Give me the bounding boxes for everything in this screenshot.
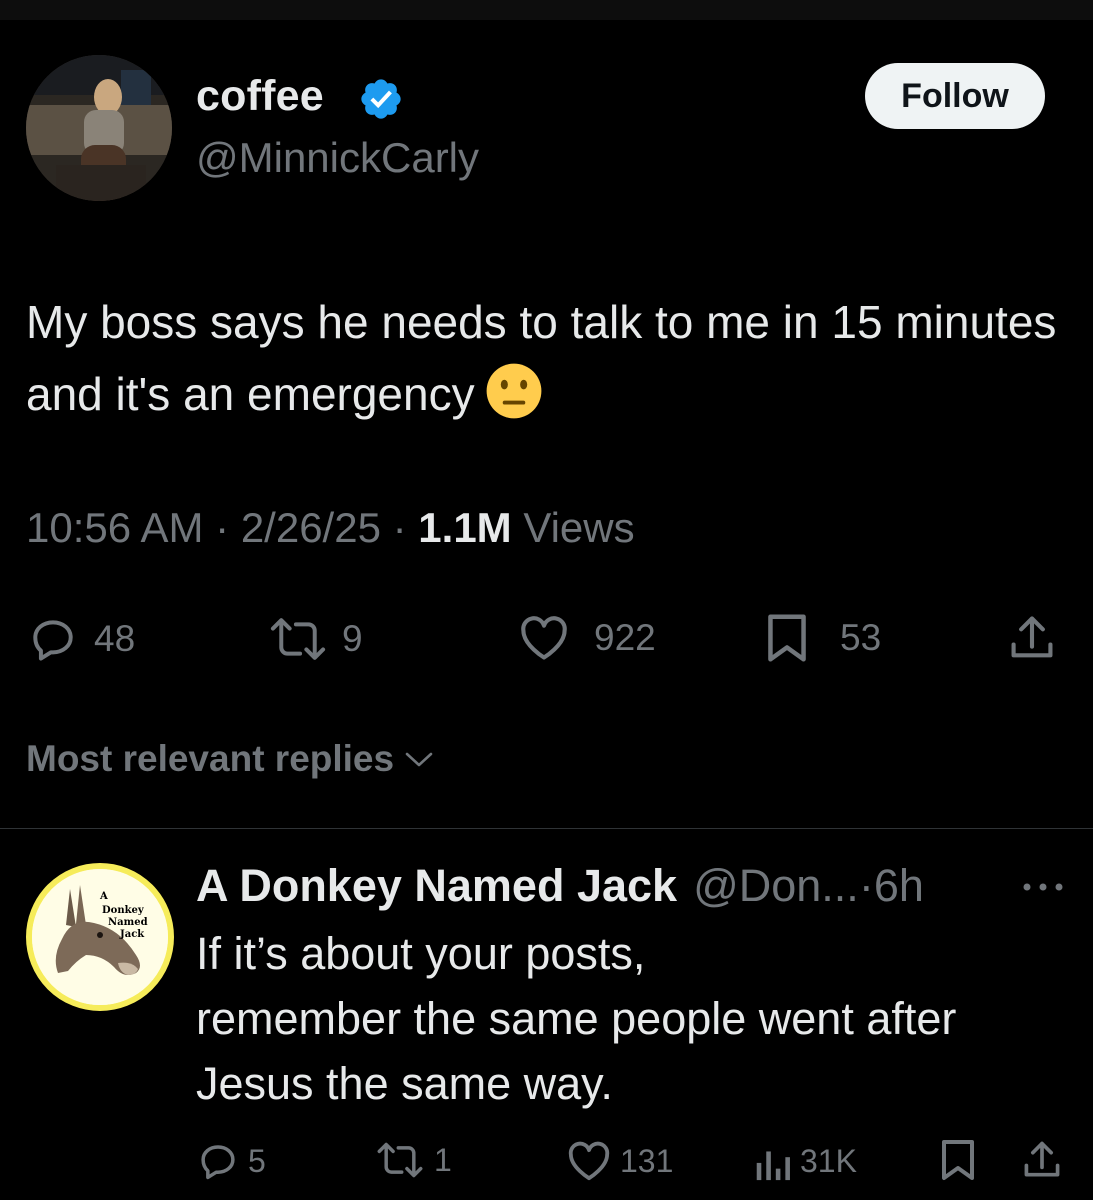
svg-text:A: A xyxy=(99,891,108,902)
reply-time[interactable]: 6h xyxy=(874,860,924,912)
chevron-down-icon xyxy=(405,752,433,767)
more-options-icon[interactable] xyxy=(1020,880,1066,894)
views-chart-icon xyxy=(756,1151,790,1181)
sort-label: Most relevant replies xyxy=(26,738,395,779)
avatar-photo xyxy=(26,55,172,201)
donkey-logo: A Donkey Named Jack xyxy=(32,869,168,1005)
tweet-text: My boss says he needs to talk to me in 1… xyxy=(26,286,1066,430)
heart-icon xyxy=(521,616,567,660)
verified-badge-icon[interactable] xyxy=(358,76,404,122)
reply-views-button[interactable]: 31K xyxy=(752,1140,857,1182)
svg-text:Named: Named xyxy=(108,917,148,928)
views-count: 1.1M xyxy=(418,504,512,551)
share-icon xyxy=(1024,1141,1060,1177)
share-icon xyxy=(1011,616,1053,658)
share-button[interactable] xyxy=(1006,612,1058,664)
reply-repost-button[interactable]: 1 xyxy=(374,1141,452,1179)
reply-author-name[interactable]: A Donkey Named Jack xyxy=(196,860,677,912)
bookmark-button[interactable]: 53 xyxy=(762,612,881,664)
bookmark-icon xyxy=(942,1140,974,1180)
bookmark-count: 53 xyxy=(840,617,882,658)
reply-reply-count: 5 xyxy=(248,1142,266,1179)
svg-text:Donkey: Donkey xyxy=(102,905,145,916)
reply-bookmark-button[interactable] xyxy=(938,1138,978,1182)
like-count: 922 xyxy=(594,617,656,658)
reply-icon xyxy=(33,620,73,661)
reply-header: A Donkey Named Jack @Don... · 6h xyxy=(196,860,924,912)
reply-like-count: 131 xyxy=(620,1142,674,1179)
tweet-time[interactable]: 10:56 AM xyxy=(26,504,203,551)
meta-separator: · xyxy=(215,504,230,551)
meta-separator: · xyxy=(392,504,407,551)
reply-author-handle[interactable]: @Don... xyxy=(693,860,859,912)
reply-avatar[interactable]: A Donkey Named Jack xyxy=(26,863,174,1011)
reply-text: If it’s about your posts, remember the s… xyxy=(196,928,957,1109)
bookmark-icon xyxy=(768,614,806,662)
like-button[interactable]: 922 xyxy=(518,614,656,662)
repost-count: 9 xyxy=(342,618,363,659)
reply-like-button[interactable]: 131 xyxy=(566,1140,673,1182)
tweet-date[interactable]: 2/26/25 xyxy=(241,504,381,551)
author-name[interactable]: coffee xyxy=(196,72,324,121)
reply-share-button[interactable] xyxy=(1020,1138,1064,1182)
reply-count: 48 xyxy=(94,618,136,659)
top-bar xyxy=(0,0,1093,20)
reply-icon xyxy=(201,1145,235,1180)
reply-reply-button[interactable]: 5 xyxy=(196,1140,266,1182)
reply-repost-count: 1 xyxy=(434,1141,452,1178)
reply-button[interactable]: 48 xyxy=(26,614,135,664)
replies-sort-dropdown[interactable]: Most relevant replies xyxy=(26,738,434,780)
tweet-meta: 10:56 AM · 2/26/25 · 1.1M Views xyxy=(26,504,635,552)
follow-button[interactable]: Follow xyxy=(865,63,1045,129)
svg-text:Jack: Jack xyxy=(119,929,145,940)
reply-views-count: 31K xyxy=(800,1142,857,1179)
reply-separator: · xyxy=(858,860,874,911)
section-divider xyxy=(0,828,1093,829)
author-handle[interactable]: @MinnickCarly xyxy=(196,134,479,182)
views-label: Views xyxy=(523,504,635,551)
repost-icon xyxy=(270,618,326,660)
author-avatar[interactable] xyxy=(26,55,172,201)
heart-icon xyxy=(568,1141,610,1181)
neutral-face-emoji-icon xyxy=(486,363,541,419)
repost-icon xyxy=(377,1142,423,1178)
repost-button[interactable]: 9 xyxy=(268,616,363,662)
